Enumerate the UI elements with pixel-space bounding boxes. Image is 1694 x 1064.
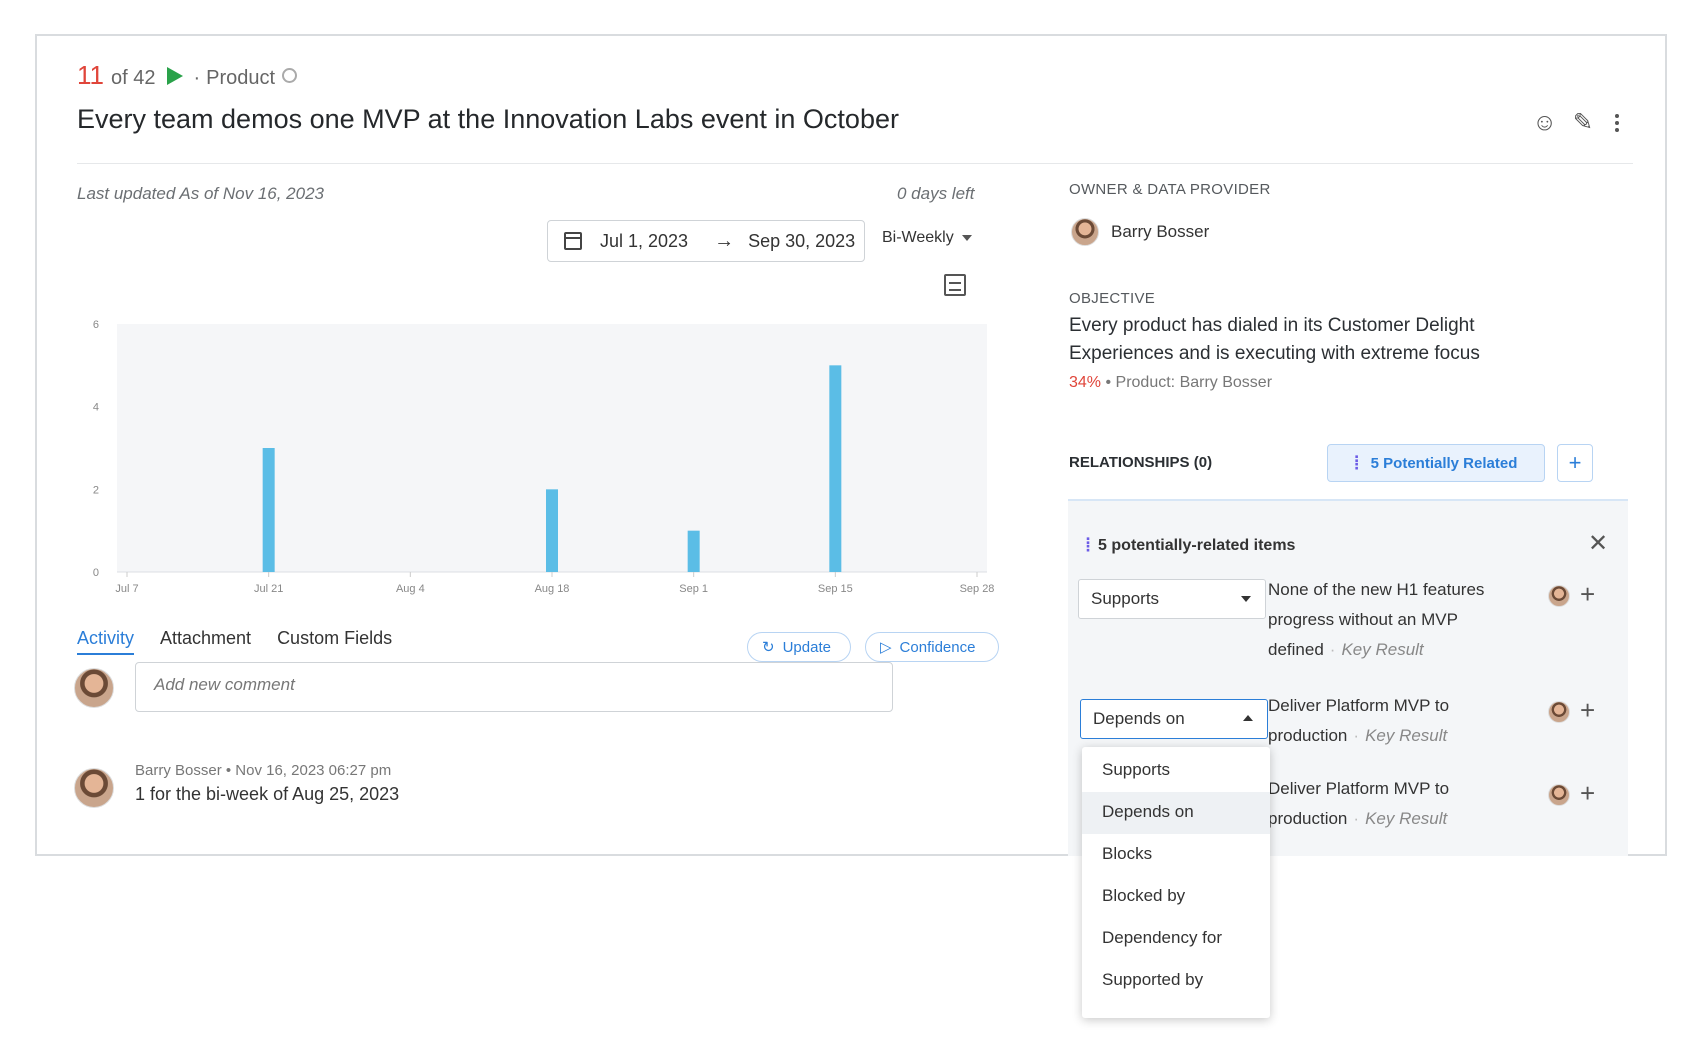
confidence-button[interactable]: ▷ Confidence	[865, 632, 999, 662]
relation-select[interactable]: Depends on	[1080, 699, 1268, 739]
related-item-type: Key Result	[1365, 726, 1448, 745]
chart-bar	[829, 365, 842, 572]
potentially-related-button[interactable]: ⦙ 5 Potentially Related	[1327, 444, 1545, 482]
tab-activity[interactable]: Activity	[77, 628, 135, 655]
avatar	[1548, 784, 1570, 806]
objective-text[interactable]: Every product has dialed in its Customer…	[1069, 312, 1539, 368]
refresh-icon: ↻	[762, 639, 775, 656]
dropdown-option-supported-by[interactable]: Supported by	[1082, 960, 1270, 1002]
kebab-icon[interactable]	[1609, 113, 1625, 132]
avatar	[74, 768, 114, 808]
x-tick-label: Sep 1	[679, 583, 708, 595]
relationships-label: RELATIONSHIPS (0)	[1069, 454, 1213, 471]
objective-section-label: OBJECTIVE	[1069, 290, 1156, 307]
play-outline-icon: ▷	[880, 639, 892, 656]
activity-text: 1 for the bi-week of Aug 25, 2023	[135, 784, 400, 804]
relation-select-value: Supports	[1091, 589, 1160, 608]
chart-bar	[546, 489, 558, 572]
objective-meta: 34% • Product: Barry Bosser	[1069, 374, 1272, 392]
add-relationship-button[interactable]: +	[1557, 444, 1593, 482]
avatar	[74, 668, 114, 708]
emoji-add-icon[interactable]: ☺	[1532, 109, 1557, 137]
y-tick-label: 0	[93, 567, 99, 579]
y-tick-label: 4	[93, 402, 99, 414]
relation-select[interactable]: Supports	[1078, 579, 1266, 619]
activity-meta: Barry Bosser • Nov 16, 2023 06:27 pm	[135, 762, 392, 779]
relation-select-value: Depends on	[1093, 709, 1185, 728]
related-bars-icon: ⦙	[1354, 452, 1359, 473]
owner-section-label: OWNER & DATA PROVIDER	[1069, 181, 1271, 198]
related-item-type: Key Result	[1341, 640, 1424, 659]
dropdown-option-supports[interactable]: Supports	[1082, 750, 1270, 792]
progress-chart: 0 2 4 6 Jul 7 Jul 21 Aug 4 Aug 18 Sep 1 Sep 15 Sep…	[93, 319, 995, 595]
x-tick-label: Jul 21	[254, 583, 283, 595]
owner-avatar	[1071, 218, 1099, 246]
objective-detail-card: 11 of 42 · Product Every team demos one …	[35, 34, 1667, 856]
pencil-icon[interactable]: ✎	[1573, 108, 1593, 137]
x-tick-label: Aug 4	[396, 583, 425, 595]
owner-name[interactable]: Barry Bosser	[1111, 222, 1209, 242]
update-label: Update	[782, 638, 831, 656]
tab-attachment[interactable]: Attachment	[160, 628, 251, 655]
x-tick-label: Aug 18	[535, 583, 570, 595]
chevron-up-icon	[1243, 715, 1253, 721]
y-tick-label: 2	[93, 484, 99, 496]
dropdown-option-blocked-by[interactable]: Blocked by	[1082, 876, 1270, 918]
chart-bar	[687, 530, 700, 572]
x-tick-label: Jul 7	[115, 583, 138, 595]
y-tick-label: 6	[93, 319, 99, 331]
potentially-related-label: 5 Potentially Related	[1370, 454, 1518, 472]
related-item[interactable]: None of the new H1 features progress wit…	[1268, 575, 1508, 665]
update-button[interactable]: ↻ Update	[747, 632, 851, 662]
objective-percent: 34%	[1069, 374, 1102, 391]
comment-input[interactable]: Add new comment	[135, 662, 893, 712]
related-item[interactable]: Deliver Platform MVP to production · Key R…	[1268, 774, 1508, 834]
x-tick-label: Sep 15	[818, 583, 853, 595]
header-actions: ☺ ✎	[1532, 108, 1625, 137]
panel-title-text: 5 potentially-related items	[1098, 536, 1296, 554]
objective-meta-text: • Product: Barry Bosser	[1105, 374, 1273, 391]
add-related-button[interactable]: +	[1580, 579, 1595, 610]
chevron-down-icon	[1241, 596, 1251, 602]
close-icon[interactable]: ✕	[1588, 529, 1608, 558]
confidence-label: Confidence	[899, 638, 976, 656]
avatar	[1548, 701, 1570, 723]
relation-dropdown-menu: Supports Depends on Blocks Blocked by De…	[1082, 747, 1270, 1018]
related-item[interactable]: Deliver Platform MVP to production · Key R…	[1268, 691, 1508, 751]
x-tick-label: Sep 28	[960, 583, 995, 595]
related-item-type: Key Result	[1365, 809, 1448, 828]
detail-tabs: Activity Attachment Custom Fields	[77, 628, 392, 655]
chart-bar	[262, 448, 275, 572]
dropdown-option-blocks[interactable]: Blocks	[1082, 834, 1270, 876]
avatar	[1548, 585, 1570, 607]
dropdown-option-dependency-for[interactable]: Dependency for	[1082, 918, 1270, 960]
related-bars-icon: ⦙	[1086, 535, 1091, 555]
add-related-button[interactable]: +	[1580, 695, 1595, 726]
tab-custom-fields[interactable]: Custom Fields	[277, 628, 392, 655]
dropdown-option-depends-on[interactable]: Depends on	[1082, 792, 1270, 834]
panel-title: ⦙ 5 potentially-related items	[1086, 535, 1295, 556]
add-related-button[interactable]: +	[1580, 778, 1595, 809]
